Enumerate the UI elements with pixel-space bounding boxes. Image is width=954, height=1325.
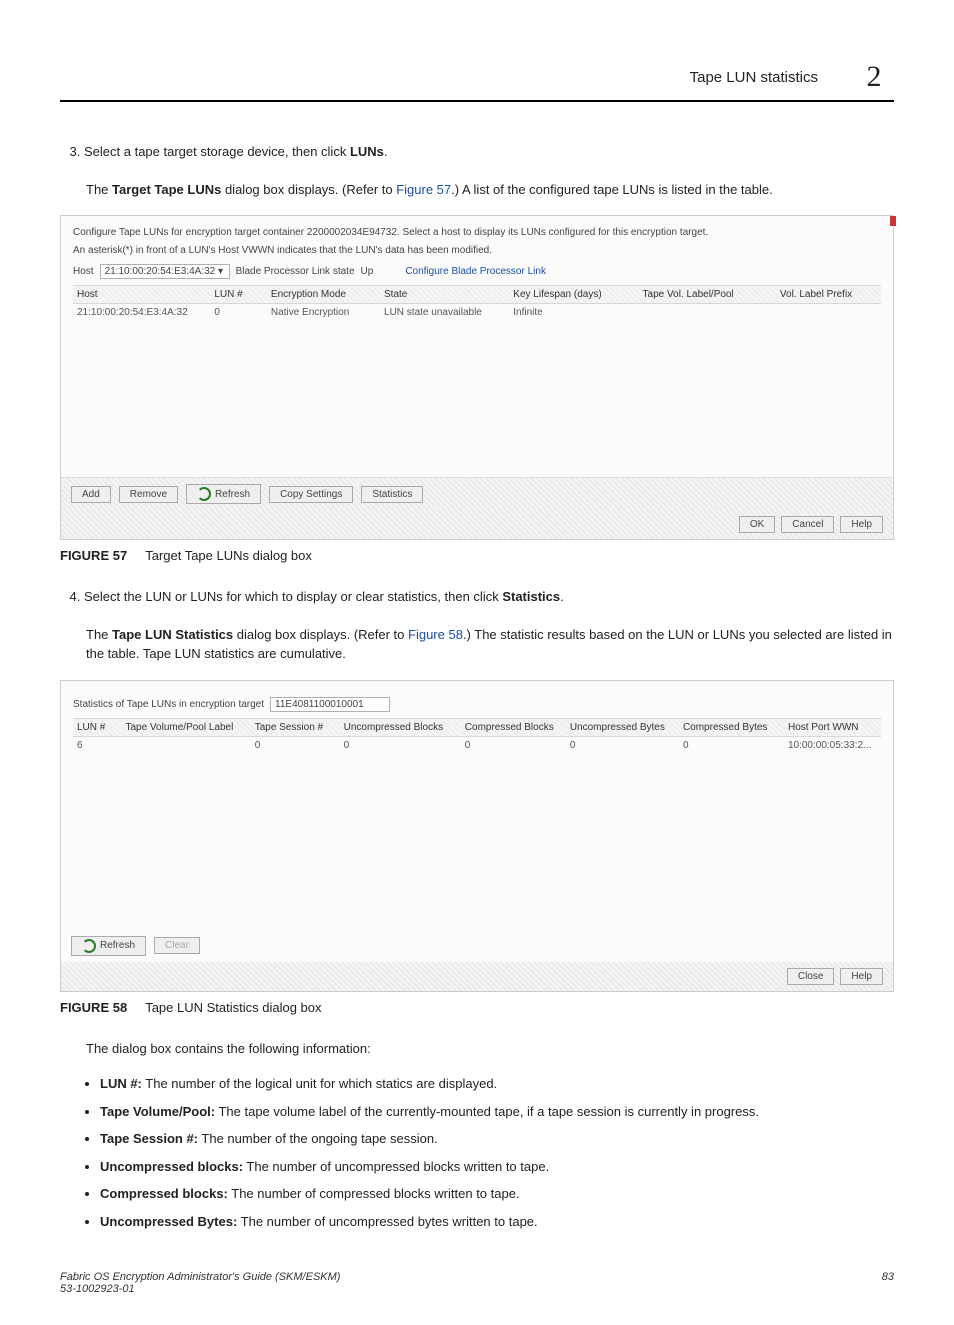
col58-sess[interactable]: Tape Session #: [251, 718, 340, 736]
chevron-down-icon: ▾: [218, 266, 223, 277]
host-dropdown[interactable]: 21:10:00:20:54:E3:4A:32 ▾: [100, 264, 230, 279]
help-button[interactable]: Help: [840, 968, 883, 985]
close-button[interactable]: Close: [787, 968, 835, 985]
step-4: Select the LUN or LUNs for which to disp…: [84, 587, 894, 607]
refresh-icon: [197, 487, 211, 501]
step-3: Select a tape target storage device, the…: [84, 142, 894, 162]
col-encmode[interactable]: Encryption Mode: [267, 286, 380, 304]
bp-state-value: Up: [361, 266, 374, 277]
col58-ubytes[interactable]: Uncompressed Bytes: [566, 718, 679, 736]
fig58-hint-label: Statistics of Tape LUNs in encryption ta…: [73, 699, 264, 710]
col-keylife[interactable]: Key Lifespan (days): [509, 286, 638, 304]
chapter-number: 2: [854, 60, 894, 94]
scrollbar-stub: [890, 216, 896, 226]
col58-wwn[interactable]: Host Port WWN: [784, 718, 881, 736]
col-state[interactable]: State: [380, 286, 509, 304]
footer-page-number: 83: [882, 1271, 894, 1295]
header-rule: [60, 100, 894, 102]
table-row[interactable]: 21:10:00:20:54:E3:4A:32 0 Native Encrypt…: [73, 304, 881, 322]
figure-57-screenshot: Configure Tape LUNs for encryption targe…: [60, 215, 894, 540]
col-host[interactable]: Host: [73, 286, 210, 304]
bullet-ublocks: Uncompressed blocks: The number of uncom…: [100, 1157, 894, 1177]
configure-bp-link[interactable]: Configure Blade Processor Link: [405, 266, 546, 277]
fig57-hint2: An asterisk(*) in front of a LUN's Host …: [73, 244, 881, 258]
desc-intro: The dialog box contains the following in…: [86, 1039, 894, 1059]
add-button[interactable]: Add: [71, 486, 111, 503]
figure-57-link[interactable]: Figure 57: [396, 182, 451, 197]
col58-cblocks[interactable]: Compressed Blocks: [461, 718, 566, 736]
table-row[interactable]: 6 0 0 0 0 0 10:00:00:05:33:2...: [73, 736, 881, 754]
figure-58-screenshot: Statistics of Tape LUNs in encryption ta…: [60, 680, 894, 992]
copy-settings-button[interactable]: Copy Settings: [269, 486, 353, 503]
host-label: Host: [73, 266, 94, 277]
page-footer: Fabric OS Encryption Administrator's Gui…: [60, 1271, 894, 1295]
ok-button[interactable]: OK: [739, 516, 775, 533]
refresh-button[interactable]: Refresh: [186, 484, 261, 504]
refresh-button[interactable]: Refresh: [71, 936, 146, 956]
target-id-field: 11E4081100010001: [270, 697, 390, 712]
step3-sub: The Target Tape LUNs dialog box displays…: [86, 180, 894, 200]
footer-docnum: 53-1002923-01: [60, 1283, 340, 1295]
statistics-button[interactable]: Statistics: [361, 486, 423, 503]
figure-58-caption: FIGURE 58Tape LUN Statistics dialog box: [60, 1000, 894, 1015]
fig58-table: LUN # Tape Volume/Pool Label Tape Sessio…: [73, 718, 881, 920]
col58-ublocks[interactable]: Uncompressed Blocks: [340, 718, 461, 736]
bullet-ubytes: Uncompressed Bytes: The number of uncomp…: [100, 1212, 894, 1232]
footer-title: Fabric OS Encryption Administrator's Gui…: [60, 1271, 340, 1283]
refresh-icon: [82, 939, 96, 953]
help-button[interactable]: Help: [840, 516, 883, 533]
cancel-button[interactable]: Cancel: [781, 516, 834, 533]
col58-vol[interactable]: Tape Volume/Pool Label: [121, 718, 250, 736]
col-lun[interactable]: LUN #: [210, 286, 267, 304]
col-tapevol[interactable]: Tape Vol. Label/Pool: [639, 286, 776, 304]
col58-lun[interactable]: LUN #: [73, 718, 121, 736]
fig57-table: Host LUN # Encryption Mode State Key Lif…: [73, 285, 881, 467]
remove-button[interactable]: Remove: [119, 486, 178, 503]
step3-text: Select a tape target storage device, the…: [84, 144, 350, 159]
step3-bold: LUNs: [350, 144, 384, 159]
bullet-cblocks: Compressed blocks: The number of compres…: [100, 1184, 894, 1204]
figure-57-caption: FIGURE 57Target Tape LUNs dialog box: [60, 548, 894, 563]
step4-sub: The Tape LUN Statistics dialog box displ…: [86, 625, 894, 664]
page-header-title: Tape LUN statistics: [690, 69, 818, 86]
figure-58-link[interactable]: Figure 58: [408, 627, 463, 642]
bullet-tapevol: Tape Volume/Pool: The tape volume label …: [100, 1102, 894, 1122]
fig57-hint1: Configure Tape LUNs for encryption targe…: [73, 226, 881, 240]
col58-cbytes[interactable]: Compressed Bytes: [679, 718, 784, 736]
col-prefix[interactable]: Vol. Label Prefix: [776, 286, 881, 304]
bp-state-label: Blade Processor Link state: [236, 266, 355, 277]
clear-button[interactable]: Clear: [154, 937, 200, 954]
bullet-lun: LUN #: The number of the logical unit fo…: [100, 1074, 894, 1094]
bullet-session: Tape Session #: The number of the ongoin…: [100, 1129, 894, 1149]
